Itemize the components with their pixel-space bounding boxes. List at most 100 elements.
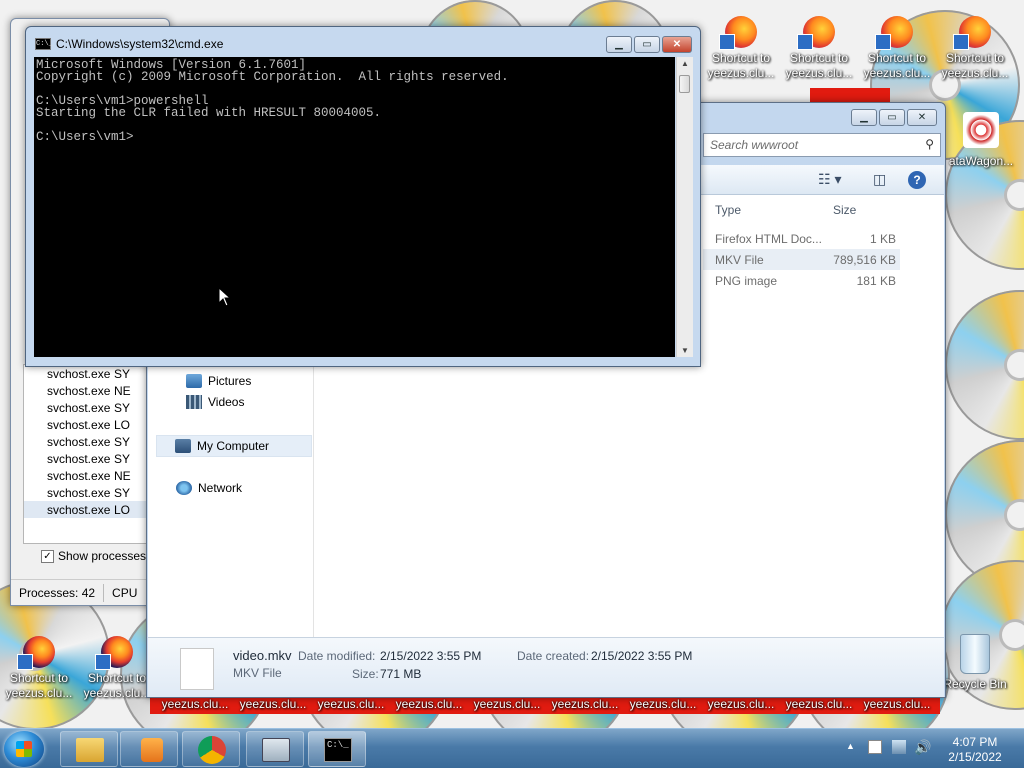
- action-center-flag-icon[interactable]: [868, 740, 882, 754]
- firefox-icon: [797, 16, 835, 50]
- desktop-shortcut-datawagon[interactable]: ataWagon...: [942, 112, 1020, 169]
- shortcut-label: yeezus.clu...: [707, 66, 775, 80]
- firefox-icon: [95, 636, 133, 670]
- command-prompt-window[interactable]: C:\_ C:\Windows\system32\cmd.exe ▁ ▭ ✕ M…: [25, 26, 701, 367]
- file-size: 789,516 KB: [833, 253, 896, 267]
- window-controls: ▁ ▭ ✕: [606, 36, 692, 53]
- volume-icon[interactable]: 🔊: [914, 739, 931, 756]
- desktop-shortcut-label[interactable]: yeezus.clu...: [156, 697, 234, 712]
- media-player-icon: [141, 738, 163, 762]
- help-icon[interactable]: ?: [908, 171, 926, 189]
- file-type: MKV File: [233, 666, 282, 680]
- desktop-shortcut-yeezus[interactable]: Shortcut to yeezus.clu...: [936, 16, 1014, 81]
- show-hidden-icons-icon[interactable]: ▲: [846, 741, 855, 751]
- console-prompt: C:\Users\vm1>: [36, 130, 134, 144]
- nav-item-my-computer[interactable]: My Computer: [156, 435, 312, 457]
- column-header-type[interactable]: Type: [715, 203, 741, 217]
- desktop-shortcut-label[interactable]: yeezus.clu...: [702, 697, 780, 712]
- process-name: svchost.exe: [47, 366, 111, 381]
- shortcut-label: Shortcut to: [867, 51, 927, 65]
- file-type: Firefox HTML Doc...: [715, 232, 822, 246]
- scroll-up-icon[interactable]: ▲: [681, 59, 689, 68]
- shortcut-label: yeezus.clu...: [83, 686, 151, 700]
- firefox-icon: [719, 16, 757, 50]
- show-all-processes-checkbox[interactable]: ✓ Show processes fr: [41, 549, 157, 563]
- file-size: 1 KB: [869, 232, 896, 246]
- scroll-down-icon[interactable]: ▼: [681, 346, 689, 355]
- shortcut-label: Shortcut to: [789, 51, 849, 65]
- computer-icon: [175, 439, 191, 453]
- taskbar-cmd-button[interactable]: C:\_: [308, 731, 366, 767]
- taskbar-task-manager-button[interactable]: [246, 731, 304, 767]
- desktop-shortcut-label[interactable]: yeezus.clu...: [858, 697, 936, 712]
- date-created-label: Date created:: [517, 649, 590, 663]
- nav-item-pictures[interactable]: Pictures: [186, 374, 251, 388]
- desktop-shortcut-yeezus[interactable]: Shortcut to yeezus.clu...: [78, 636, 156, 701]
- size-value: 771 MB: [380, 667, 422, 681]
- desktop-recycle-bin[interactable]: Recycle Bin: [936, 634, 1014, 692]
- close-button[interactable]: ✕: [907, 109, 937, 126]
- desktop-shortcut-yeezus[interactable]: Shortcut to yeezus.clu...: [0, 636, 78, 701]
- desktop-shortcut-label[interactable]: yeezus.clu...: [546, 697, 624, 712]
- vertical-scrollbar[interactable]: ▲ ▼: [676, 57, 693, 357]
- nav-item-network[interactable]: Network: [176, 481, 242, 495]
- desktop-shortcut-label[interactable]: yeezus.clu...: [624, 697, 702, 712]
- process-name: svchost.exe: [47, 417, 111, 432]
- taskbar: C:\_ ▲ 🔊 4:07 PM 2/15/2022: [0, 728, 1024, 768]
- taskbar-chrome-button[interactable]: [182, 731, 240, 767]
- file-type: MKV File: [715, 253, 764, 267]
- file-name: video.mkv: [233, 648, 292, 663]
- cmd-icon: C:\_: [324, 738, 352, 762]
- process-name: svchost.exe: [47, 485, 111, 500]
- datawagon-icon: [963, 112, 999, 148]
- recycle-bin-icon: [960, 634, 990, 674]
- system-tray: ▲ 🔊 4:07 PM 2/15/2022: [842, 729, 1024, 768]
- firefox-icon: [875, 16, 913, 50]
- start-button[interactable]: [4, 731, 44, 767]
- maximize-button[interactable]: ▭: [879, 109, 905, 126]
- desktop-shortcut-yeezus[interactable]: Shortcut to yeezus.clu...: [780, 16, 858, 81]
- shortcut-label: yeezus.clu...: [863, 66, 931, 80]
- close-button[interactable]: ✕: [662, 36, 692, 53]
- preview-pane-icon[interactable]: ◫: [873, 171, 886, 188]
- desktop-shortcut-label[interactable]: yeezus.clu...: [390, 697, 468, 712]
- minimize-button[interactable]: ▁: [606, 36, 632, 53]
- nav-label: My Computer: [197, 439, 270, 453]
- search-placeholder: Search wwwroot: [710, 138, 799, 152]
- cmd-icon: C:\_: [35, 38, 53, 50]
- title-bar[interactable]: C:\_ C:\Windows\system32\cmd.exe ▁ ▭ ✕: [26, 27, 700, 57]
- firefox-icon: [17, 636, 55, 670]
- desktop-shortcut-yeezus[interactable]: Shortcut to yeezus.clu...: [858, 16, 936, 81]
- file-row[interactable]: MKV File 789,516 KB: [703, 249, 900, 270]
- network-icon: [176, 481, 192, 495]
- file-row[interactable]: PNG image 181 KB: [703, 270, 900, 291]
- search-input[interactable]: Search wwwroot ⚲: [703, 133, 941, 157]
- column-header-size[interactable]: Size: [833, 203, 856, 217]
- minimize-button[interactable]: ▁: [851, 109, 877, 126]
- shortcut-label: Shortcut to: [945, 51, 1005, 65]
- taskbar-explorer-button[interactable]: [60, 731, 118, 767]
- desktop-shortcut-label[interactable]: yeezus.clu...: [780, 697, 858, 712]
- clock-time: 4:07 PM: [952, 735, 998, 749]
- maximize-button[interactable]: ▭: [634, 36, 660, 53]
- network-tray-icon[interactable]: [892, 740, 906, 754]
- checkbox-checked-icon: ✓: [41, 549, 54, 563]
- shortcut-label: Shortcut to: [87, 671, 147, 685]
- taskbar-media-player-button[interactable]: [120, 731, 178, 767]
- wallpaper-disc: [945, 290, 1024, 440]
- desktop-shortcut-label[interactable]: yeezus.clu...: [468, 697, 546, 712]
- shortcut-label: yeezus.clu...: [785, 66, 853, 80]
- console-output[interactable]: Microsoft Windows [Version 6.1.7601] Copy…: [34, 57, 675, 357]
- date-modified-label: Date modified:: [298, 649, 376, 663]
- scrollbar-thumb[interactable]: [679, 75, 690, 93]
- clock[interactable]: 4:07 PM 2/15/2022: [940, 735, 1010, 765]
- window-controls: ▁ ▭ ✕: [851, 109, 937, 126]
- desktop-shortcut-label[interactable]: yeezus.clu...: [312, 697, 390, 712]
- chrome-icon: [198, 736, 226, 764]
- search-icon[interactable]: ⚲: [925, 137, 934, 151]
- desktop-shortcut-label[interactable]: yeezus.clu...: [234, 697, 312, 712]
- file-row[interactable]: Firefox HTML Doc... 1 KB: [703, 228, 900, 249]
- desktop-shortcut-yeezus[interactable]: Shortcut to yeezus.clu...: [702, 16, 780, 81]
- view-options-icon[interactable]: ☷ ▾: [818, 171, 841, 188]
- nav-item-videos[interactable]: Videos: [186, 395, 244, 409]
